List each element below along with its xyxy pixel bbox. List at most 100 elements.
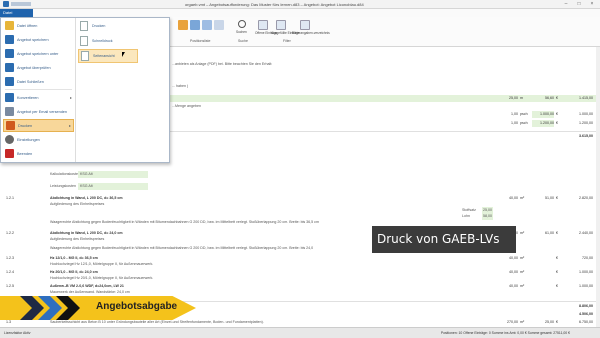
- total-price: 1.415,00: [579, 96, 593, 100]
- pos-sub: Mauerwerk der Außenwand. Wandstärke: 24,…: [50, 290, 130, 294]
- save-icon: [5, 35, 14, 44]
- submenu-drucken[interactable]: Drucken: [78, 19, 138, 33]
- unit-price[interactable]: 1.200,00: [532, 120, 554, 127]
- email-icon: [5, 107, 14, 116]
- close-file-icon: [5, 77, 14, 86]
- menu-item-konvertieren[interactable]: Konvertieren ▸: [3, 91, 74, 104]
- unit-price[interactable]: 25,00: [532, 319, 554, 326]
- maximize-button[interactable]: □: [573, 1, 585, 7]
- page-preview-icon: [81, 51, 89, 61]
- vertical-scrollbar[interactable]: [596, 47, 600, 327]
- menu-item-label: Konvertieren: [17, 95, 39, 100]
- filled-entries-icon[interactable]: [276, 20, 286, 30]
- quick-access-toolbar[interactable]: [11, 2, 31, 6]
- currency: €: [556, 320, 558, 324]
- menu-item-label: Angebot per Email versenden: [17, 109, 68, 114]
- menu-item-drucken[interactable]: Drucken ▸: [3, 119, 74, 132]
- file-menu: Datei öffnen Angebot speichern Angebot s…: [0, 17, 170, 163]
- qty: 270,00: [507, 320, 518, 324]
- unit: m: [520, 96, 523, 100]
- qty: 1,00: [511, 112, 518, 116]
- subtotal-3: 4.506,00: [579, 312, 593, 316]
- search-icon[interactable]: [238, 20, 246, 28]
- unit-price[interactable]: 56,60: [532, 95, 554, 102]
- menu-item-datei-schliessen[interactable]: Datei Schließen: [3, 75, 74, 88]
- qty: 1,00: [511, 121, 518, 125]
- bidder-info-icon[interactable]: [300, 20, 310, 30]
- menu-item-datei-oeffnen[interactable]: Datei öffnen: [3, 19, 74, 32]
- chevron-right-icon: ▸: [69, 95, 72, 100]
- quick-print-icon: [80, 36, 88, 46]
- gaeb-caption: Druck von GAEB-LVs: [372, 226, 516, 253]
- tab-datei[interactable]: Datei: [0, 9, 33, 17]
- ribbon-tabs: [0, 9, 600, 17]
- status-left: Lizenzfaktor Aktiv: [4, 331, 31, 335]
- bidder-info-button[interactable]: Bieterangaben-verzeichnis: [292, 31, 330, 35]
- banner-text: Angebotsabgabe: [96, 301, 178, 312]
- print-icon: [6, 121, 15, 130]
- submenu-label: Seitenansicht: [93, 54, 115, 58]
- qty: 25,00: [509, 96, 518, 100]
- intro-line-2: ... haben ): [172, 84, 189, 88]
- total-price: 1.200,00: [579, 121, 593, 125]
- submenu-seitenansicht[interactable]: Seitenansicht: [78, 49, 138, 63]
- pos-title: Sauberkeitsschicht aus Beton B 10 unter …: [50, 320, 264, 324]
- menu-separator: [5, 89, 72, 90]
- status-bar: Lizenzfaktor Aktiv Positionen: 10 Offene…: [0, 327, 600, 338]
- minimize-button[interactable]: –: [560, 1, 572, 7]
- group-suche: Suche: [238, 39, 248, 43]
- pos-sub: Aufgliederung des Einheitspreises: [50, 237, 105, 241]
- submenu-label: Schnelldruck: [92, 39, 113, 43]
- submenu-schnelldruck[interactable]: Schnelldruck: [78, 34, 138, 48]
- menu-item-label: Drucken: [18, 123, 33, 128]
- pos-sub: Hochlochziegel Hz 12/1,0, Mörtelgruppe I…: [50, 262, 154, 266]
- pos-desc: Waagerechte Abdichtung gegen Bodenfeucht…: [50, 246, 314, 250]
- intro-line-1: ...anbieten als Anlage (PDF) bei. Bitte …: [172, 62, 273, 66]
- chevron-right-icon: ▸: [68, 123, 71, 128]
- menu-item-label: Angebot überprüfen: [17, 65, 51, 70]
- intro-line-3: ...Menge angeben: [172, 104, 201, 108]
- file-menu-list: Datei öffnen Angebot speichern Angebot s…: [1, 18, 76, 162]
- subtotal-2: 8.806,00: [579, 304, 593, 308]
- kalk-label: Kalkulationskosten: [50, 172, 80, 176]
- ribbon-icon-a[interactable]: [178, 20, 188, 30]
- unit-price[interactable]: 1.000,00: [532, 111, 554, 118]
- convert-icon: [5, 93, 14, 102]
- open-entries-icon[interactable]: [258, 20, 268, 30]
- close-window-button[interactable]: ×: [586, 1, 598, 7]
- unit: m²: [520, 320, 525, 324]
- group-filter: Filter: [283, 39, 291, 43]
- menu-item-einstellungen[interactable]: Einstellungen: [3, 133, 74, 146]
- menu-item-label: Angebot speichern unter: [17, 51, 59, 56]
- kalk-value[interactable]: KSG Alt: [78, 171, 148, 178]
- leist-value[interactable]: KSG Alt: [78, 183, 148, 190]
- pos-desc: Waagerechte Abdichtung gegen Bodenfeucht…: [50, 220, 319, 224]
- table-row[interactable]: 1.3 Sauberkeitsschicht aus Beton B 10 un…: [0, 319, 600, 326]
- unit: psch: [520, 112, 528, 116]
- ribbon-icon-b[interactable]: [190, 20, 200, 30]
- unit: psch: [520, 121, 528, 125]
- mouse-cursor-icon: [122, 52, 125, 57]
- menu-item-label: Datei öffnen: [17, 23, 38, 28]
- total-price: 6.750,00: [579, 320, 593, 324]
- pos-sub: Hochlochziegel Hz 20/1,0, Mörtelgruppe I…: [50, 276, 154, 280]
- save-as-icon: [5, 49, 14, 58]
- menu-item-angebot-ueberpruefen[interactable]: Angebot überprüfen: [3, 61, 74, 74]
- menu-item-angebot-speichern-unter[interactable]: Angebot speichern unter: [3, 47, 74, 60]
- currency: €: [556, 121, 558, 125]
- total-price: 1.000,00: [579, 112, 593, 116]
- submenu-label: Drucken: [92, 24, 106, 28]
- menu-item-label: Datei Schließen: [17, 79, 44, 84]
- search-button-label[interactable]: Suchen: [236, 30, 247, 34]
- group-positionsliste: Positionsliste: [190, 39, 211, 43]
- currency: €: [556, 112, 558, 116]
- app-logo-icon: [3, 1, 9, 7]
- menu-item-angebot-speichern[interactable]: Angebot speichern: [3, 33, 74, 46]
- settings-icon: [5, 135, 14, 144]
- menu-item-beenden[interactable]: Beenden: [3, 147, 74, 160]
- currency: €: [556, 96, 558, 100]
- ribbon-icon-d[interactable]: [214, 20, 224, 30]
- folder-open-icon: [5, 21, 14, 30]
- ribbon-icon-c[interactable]: [202, 20, 212, 30]
- menu-item-email[interactable]: Angebot per Email versenden: [3, 105, 74, 118]
